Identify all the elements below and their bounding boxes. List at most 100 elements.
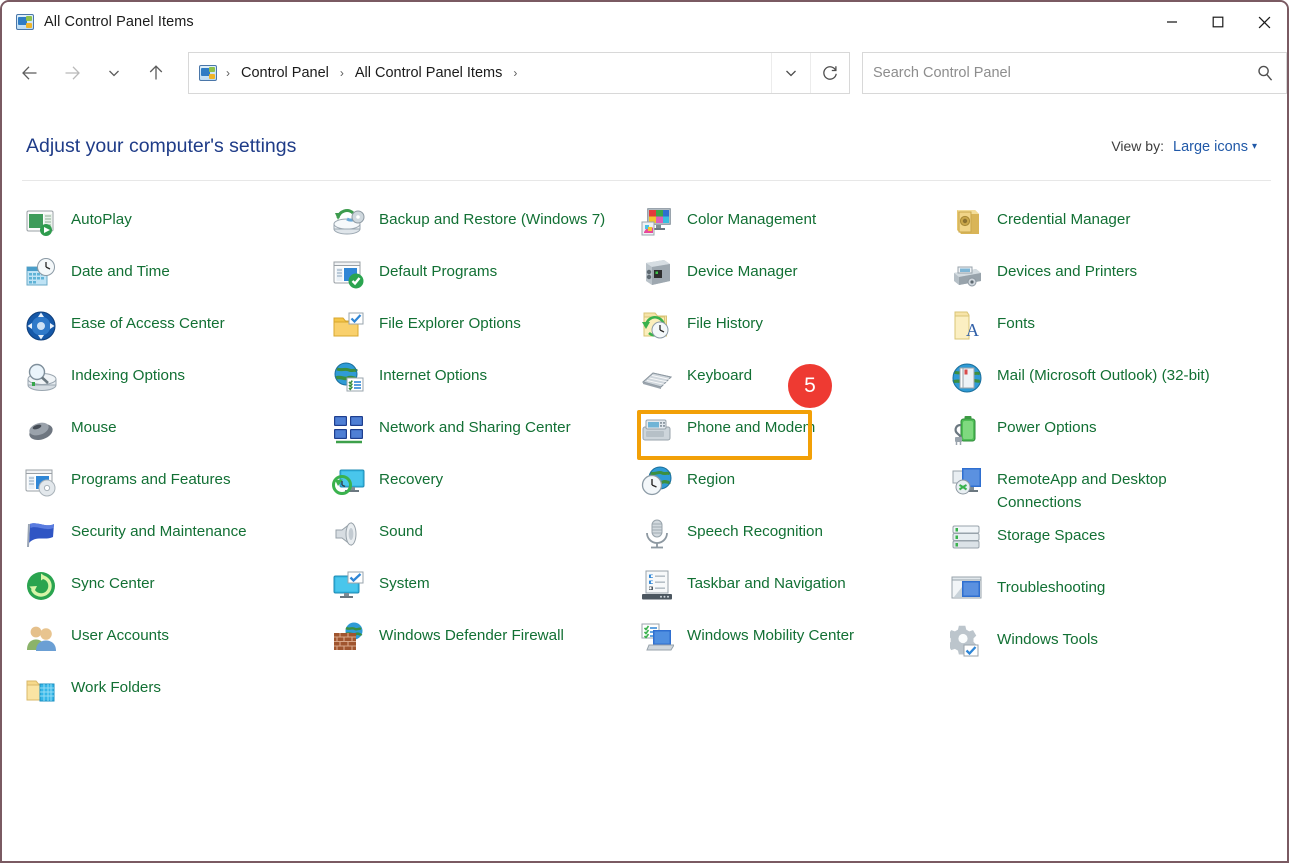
control-panel-item-internet-options[interactable]: Internet Options [332, 354, 637, 406]
control-panel-item-windows-defender-firewall[interactable]: Windows Defender Firewall [332, 614, 637, 666]
maximize-button[interactable] [1195, 2, 1241, 42]
control-panel-item-label[interactable]: Work Folders [71, 672, 161, 699]
control-panel-item-remoteapp-and-desktop-connections[interactable]: RemoteApp and Desktop Connections [950, 458, 1255, 514]
control-panel-item-label[interactable]: Mail (Microsoft Outlook) (32-bit) [997, 360, 1210, 387]
control-panel-item-default-programs[interactable]: Default Programs [332, 250, 637, 302]
search-icon [1258, 65, 1273, 81]
control-panel-item-file-history[interactable]: File History [640, 302, 945, 354]
control-panel-item-label[interactable]: Fonts [997, 308, 1035, 335]
minimize-button[interactable] [1149, 2, 1195, 42]
control-panel-item-recovery[interactable]: Recovery [332, 458, 637, 510]
control-panel-item-label[interactable]: Windows Tools [997, 624, 1098, 651]
control-panel-item-label[interactable]: Backup and Restore (Windows 7) [379, 204, 605, 231]
control-panel-item-autoplay[interactable]: AutoPlay [24, 198, 329, 250]
control-panel-item-user-accounts[interactable]: User Accounts [24, 614, 329, 666]
control-panel-item-label[interactable]: Speech Recognition [687, 516, 823, 543]
control-panel-item-label[interactable]: Internet Options [379, 360, 487, 387]
control-panel-item-phone-and-modem[interactable]: Phone and Modem [640, 406, 945, 458]
control-panel-item-devices-and-printers[interactable]: Devices and Printers [950, 250, 1255, 302]
search-input[interactable] [863, 53, 1244, 93]
control-panel-item-windows-tools[interactable]: Windows Tools [947, 618, 1255, 670]
control-panel-item-programs-and-features[interactable]: Programs and Features [24, 458, 329, 510]
control-panel-item-label[interactable]: AutoPlay [71, 204, 132, 231]
forward-button[interactable] [52, 54, 92, 92]
breadcrumb-item-control-panel[interactable]: Control Panel [235, 62, 335, 84]
control-panel-item-label[interactable]: System [379, 568, 430, 595]
control-panel-item-label[interactable]: Security and Maintenance [71, 516, 247, 543]
control-panel-item-label[interactable]: Programs and Features [71, 464, 231, 491]
control-panel-item-label[interactable]: Color Management [687, 204, 816, 231]
control-panel-item-color-management[interactable]: Color Management [640, 198, 945, 250]
svg-text:A: A [966, 320, 979, 340]
control-panel-item-label[interactable]: Taskbar and Navigation [687, 568, 846, 595]
search-box[interactable] [862, 52, 1287, 94]
control-panel-item-label[interactable]: Devices and Printers [997, 256, 1137, 283]
control-panel-item-label[interactable]: Sync Center [71, 568, 155, 595]
control-panel-item-file-explorer-options[interactable]: File Explorer Options [332, 302, 637, 354]
breadcrumb[interactable]: › Control Panel › All Control Panel Item… [189, 53, 771, 93]
control-panel-item-label[interactable]: File History [687, 308, 763, 335]
control-panel-item-label[interactable]: Indexing Options [71, 360, 185, 387]
control-panel-item-label[interactable]: Mouse [71, 412, 117, 439]
view-by-control[interactable]: View by: Large icons ▾ [1111, 138, 1257, 155]
control-panel-item-taskbar-and-navigation[interactable]: Taskbar and Navigation [640, 562, 945, 614]
control-panel-item-mouse[interactable]: Mouse [24, 406, 329, 458]
control-panel-item-network-and-sharing-center[interactable]: Network and Sharing Center [332, 406, 637, 458]
windows-tools-icon [947, 625, 979, 657]
address-bar[interactable]: › Control Panel › All Control Panel Item… [188, 52, 850, 94]
control-panel-item-label[interactable]: Default Programs [379, 256, 497, 283]
control-panel-item-mail-microsoft-outlook-32-bit[interactable]: Mail (Microsoft Outlook) (32-bit) [950, 354, 1255, 406]
control-panel-item-label[interactable]: Windows Defender Firewall [379, 620, 564, 647]
control-panel-item-label[interactable]: Date and Time [71, 256, 170, 283]
search-button[interactable] [1244, 53, 1286, 93]
back-button[interactable] [10, 54, 50, 92]
control-panel-item-label[interactable]: Recovery [379, 464, 443, 491]
breadcrumb-item-all-control-panel-items[interactable]: All Control Panel Items [349, 62, 508, 84]
control-panel-item-label[interactable]: Network and Sharing Center [379, 412, 571, 439]
control-panel-item-label[interactable]: Credential Manager [997, 204, 1130, 231]
default-programs-icon [332, 257, 366, 291]
control-panel-item-troubleshooting[interactable]: Troubleshooting [950, 566, 1255, 618]
recent-locations-button[interactable] [94, 54, 134, 92]
title-bar-left: All Control Panel Items [2, 14, 1149, 30]
control-panel-item-speech-recognition[interactable]: Speech Recognition [640, 510, 945, 562]
control-panel-item-label[interactable]: Sound [379, 516, 423, 543]
control-panel-item-work-folders[interactable]: Work Folders [24, 666, 329, 718]
close-button[interactable] [1241, 2, 1287, 42]
control-panel-item-label[interactable]: Troubleshooting [997, 572, 1105, 599]
control-panel-item-system[interactable]: System [332, 562, 637, 614]
control-panel-item-label[interactable]: Phone and Modem [687, 412, 815, 439]
address-dropdown-button[interactable] [771, 53, 810, 93]
control-panel-item-backup-and-restore-windows-7[interactable]: Backup and Restore (Windows 7) [332, 198, 637, 250]
control-panel-item-label[interactable]: Keyboard [687, 360, 752, 387]
region-icon [640, 465, 674, 499]
control-panel-item-indexing-options[interactable]: Indexing Options [24, 354, 329, 406]
control-panel-item-label[interactable]: Region [687, 464, 735, 491]
control-panel-item-credential-manager[interactable]: Credential Manager [950, 198, 1255, 250]
control-panel-item-label[interactable]: Device Manager [687, 256, 798, 283]
control-panel-item-security-and-maintenance[interactable]: Security and Maintenance [24, 510, 329, 562]
control-panel-item-sound[interactable]: Sound [332, 510, 637, 562]
control-panel-item-label[interactable]: RemoteApp and Desktop Connections [997, 464, 1247, 514]
control-panel-item-label[interactable]: Windows Mobility Center [687, 620, 854, 647]
control-panel-item-device-manager[interactable]: Device Manager [640, 250, 945, 302]
chevron-down-icon[interactable]: ▾ [1252, 141, 1257, 152]
control-panel-item-power-options[interactable]: Power Options [950, 406, 1255, 458]
control-panel-item-label[interactable]: Power Options [997, 412, 1097, 439]
refresh-button[interactable] [810, 53, 849, 93]
device-manager-icon [640, 257, 674, 291]
control-panel-item-windows-mobility-center[interactable]: Windows Mobility Center [640, 614, 945, 666]
view-by-value[interactable]: Large icons [1173, 139, 1248, 155]
device-manager-icon [646, 260, 670, 285]
control-panel-item-ease-of-access-center[interactable]: Ease of Access Center [24, 302, 329, 354]
control-panel-item-label[interactable]: File Explorer Options [379, 308, 521, 335]
control-panel-item-date-and-time[interactable]: Date and Time [24, 250, 329, 302]
control-panel-item-fonts[interactable]: A Fonts [950, 302, 1255, 354]
control-panel-item-label[interactable]: User Accounts [71, 620, 169, 647]
control-panel-item-sync-center[interactable]: Sync Center [24, 562, 329, 614]
control-panel-item-label[interactable]: Ease of Access Center [71, 308, 225, 335]
control-panel-item-label[interactable]: Storage Spaces [997, 520, 1105, 547]
control-panel-item-region[interactable]: Region [640, 458, 945, 510]
control-panel-item-storage-spaces[interactable]: Storage Spaces [950, 514, 1255, 566]
up-button[interactable] [136, 54, 176, 92]
